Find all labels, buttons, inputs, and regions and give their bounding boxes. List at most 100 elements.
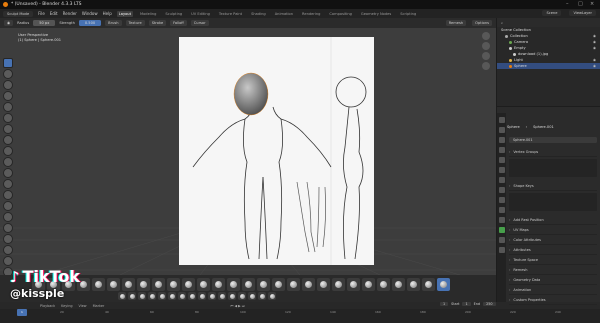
filter-icon[interactable]: ⌕ xyxy=(501,21,503,25)
menu-window[interactable]: Window xyxy=(82,11,98,16)
tool-box-mask[interactable] xyxy=(3,234,13,244)
brush-thumbnail[interactable] xyxy=(212,278,225,291)
world-tab-icon[interactable] xyxy=(498,167,505,173)
mode-selector[interactable]: Sculpt Mode xyxy=(3,10,34,17)
section-geometry-data[interactable]: Geometry Data xyxy=(509,275,597,285)
section-remesh[interactable]: Remesh xyxy=(509,265,597,275)
tool-mask[interactable] xyxy=(3,223,13,233)
view-layer-selector[interactable]: ViewLayer xyxy=(569,10,596,16)
brush-thumbnail[interactable] xyxy=(347,278,360,291)
tab-scripting[interactable]: Scripting xyxy=(398,11,418,17)
tool-smooth[interactable] xyxy=(3,146,13,156)
brush-thumbnail[interactable] xyxy=(167,278,180,291)
brush-thumbnail[interactable] xyxy=(257,278,270,291)
brush-thumbnail[interactable] xyxy=(122,278,135,291)
particles-tab-icon[interactable] xyxy=(498,197,505,203)
brush-thumbnail[interactable] xyxy=(272,278,285,291)
tab-animation[interactable]: Animation xyxy=(273,11,295,17)
brush-thumbnail[interactable] xyxy=(107,278,120,291)
brush-thumbnail[interactable] xyxy=(198,292,206,300)
options-menu[interactable]: Options xyxy=(472,20,492,26)
visibility-eye-icon[interactable]: ◉ xyxy=(593,58,596,62)
shape-keys-list[interactable] xyxy=(509,193,597,211)
outliner-item-sphere[interactable]: Sphere ◉ xyxy=(497,63,600,69)
tool-flatten[interactable] xyxy=(3,157,13,167)
tool-clay[interactable] xyxy=(3,80,13,90)
remesh-menu[interactable]: Remesh xyxy=(445,20,467,26)
render-tab-icon[interactable] xyxy=(498,127,505,133)
strength-field[interactable]: 0.500 xyxy=(78,20,102,26)
tool-clay-strips[interactable] xyxy=(3,91,13,101)
texture-tab-icon[interactable] xyxy=(498,247,505,253)
current-frame-field[interactable]: 1 xyxy=(440,302,449,306)
brush-thumbnail-active[interactable] xyxy=(437,278,450,291)
brush-thumbnail[interactable] xyxy=(188,292,196,300)
menu-help[interactable]: Help xyxy=(103,11,112,16)
brush-thumbnail[interactable] xyxy=(152,278,165,291)
tab-texture-paint[interactable]: Texture Paint xyxy=(217,11,244,17)
brush-thumbnail[interactable] xyxy=(268,292,276,300)
section-color-attributes[interactable]: Color Attributes xyxy=(509,235,597,245)
material-tab-icon[interactable] xyxy=(498,237,505,243)
section-attributes[interactable]: Attributes xyxy=(509,245,597,255)
cursor-menu[interactable]: Cursor xyxy=(190,20,209,26)
stroke-menu[interactable]: Stroke xyxy=(148,20,167,26)
tool-pinch[interactable] xyxy=(3,190,13,200)
brush-preset-button[interactable]: ◉ xyxy=(4,20,14,26)
menu-file[interactable]: File xyxy=(38,11,45,16)
brush-thumbnail[interactable] xyxy=(138,292,146,300)
timeline-view-menu[interactable]: View xyxy=(79,304,87,308)
section-texture-space[interactable]: Texture Space xyxy=(509,255,597,265)
brush-thumbnail[interactable] xyxy=(92,278,105,291)
texture-menu[interactable]: Texture xyxy=(125,20,145,26)
tab-sculpting[interactable]: Sculpting xyxy=(163,11,184,17)
tool-draw[interactable] xyxy=(3,58,13,68)
view-layer-tab-icon[interactable] xyxy=(498,147,505,153)
keying-menu[interactable]: Keying xyxy=(61,304,72,308)
brush-thumbnail[interactable] xyxy=(242,278,255,291)
radius-field[interactable]: 50 px xyxy=(33,20,56,26)
tab-modeling[interactable]: Modeling xyxy=(138,11,158,17)
brush-thumbnail[interactable] xyxy=(218,292,226,300)
grid-icon[interactable] xyxy=(482,62,490,70)
tab-uv-editing[interactable]: UV Editing xyxy=(189,11,212,17)
object-tab-icon[interactable] xyxy=(498,177,505,183)
visibility-eye-icon[interactable]: ◉ xyxy=(593,34,596,38)
brush-thumbnail[interactable] xyxy=(238,292,246,300)
tool-grab[interactable] xyxy=(3,201,13,211)
mesh-name-field[interactable]: Sphere.001 xyxy=(509,137,597,143)
vertex-groups-list[interactable] xyxy=(509,159,597,177)
camera-icon[interactable] xyxy=(482,52,490,60)
tab-compositing[interactable]: Compositing xyxy=(327,11,354,17)
falloff-menu[interactable]: Falloff xyxy=(170,20,187,26)
visibility-eye-icon[interactable]: ◉ xyxy=(593,64,596,68)
brush-thumbnail[interactable] xyxy=(258,292,266,300)
section-uv-maps[interactable]: UV Maps xyxy=(509,225,597,235)
output-tab-icon[interactable] xyxy=(498,137,505,143)
brush-thumbnail[interactable] xyxy=(362,278,375,291)
brush-thumbnail[interactable] xyxy=(208,292,216,300)
physics-tab-icon[interactable] xyxy=(498,207,505,213)
brush-thumbnail[interactable] xyxy=(228,292,236,300)
brush-thumbnail[interactable] xyxy=(248,292,256,300)
section-vertex-groups[interactable]: Vertex Groups xyxy=(509,147,597,157)
tab-rendering[interactable]: Rendering xyxy=(300,11,322,17)
brush-menu[interactable]: Brush xyxy=(105,20,122,26)
sculpt-sphere-object[interactable] xyxy=(226,70,276,120)
tool-draw-sharp[interactable] xyxy=(3,69,13,79)
brush-thumbnail[interactable] xyxy=(317,278,330,291)
brush-thumbnail[interactable] xyxy=(407,278,420,291)
pan-hand-icon[interactable] xyxy=(482,42,490,50)
brush-thumbnail[interactable] xyxy=(332,278,345,291)
modifier-tab-icon[interactable] xyxy=(498,187,505,193)
play-controls-icon[interactable]: ⏮ ◀ ▶ ⏭ xyxy=(230,304,245,308)
end-frame-field[interactable]: 250 xyxy=(483,302,496,306)
scene-tab-icon[interactable] xyxy=(498,157,505,163)
zoom-icon[interactable] xyxy=(482,32,490,40)
tool-inflate[interactable] xyxy=(3,113,13,123)
brush-thumbnail[interactable] xyxy=(158,292,166,300)
timeline-ruler[interactable]: 20 40 60 80 100 120 140 160 180 200 220 … xyxy=(0,310,600,316)
menu-render[interactable]: Render xyxy=(63,11,77,16)
tab-shading[interactable]: Shading xyxy=(249,11,268,17)
section-custom-properties[interactable]: Custom Properties xyxy=(509,295,597,305)
